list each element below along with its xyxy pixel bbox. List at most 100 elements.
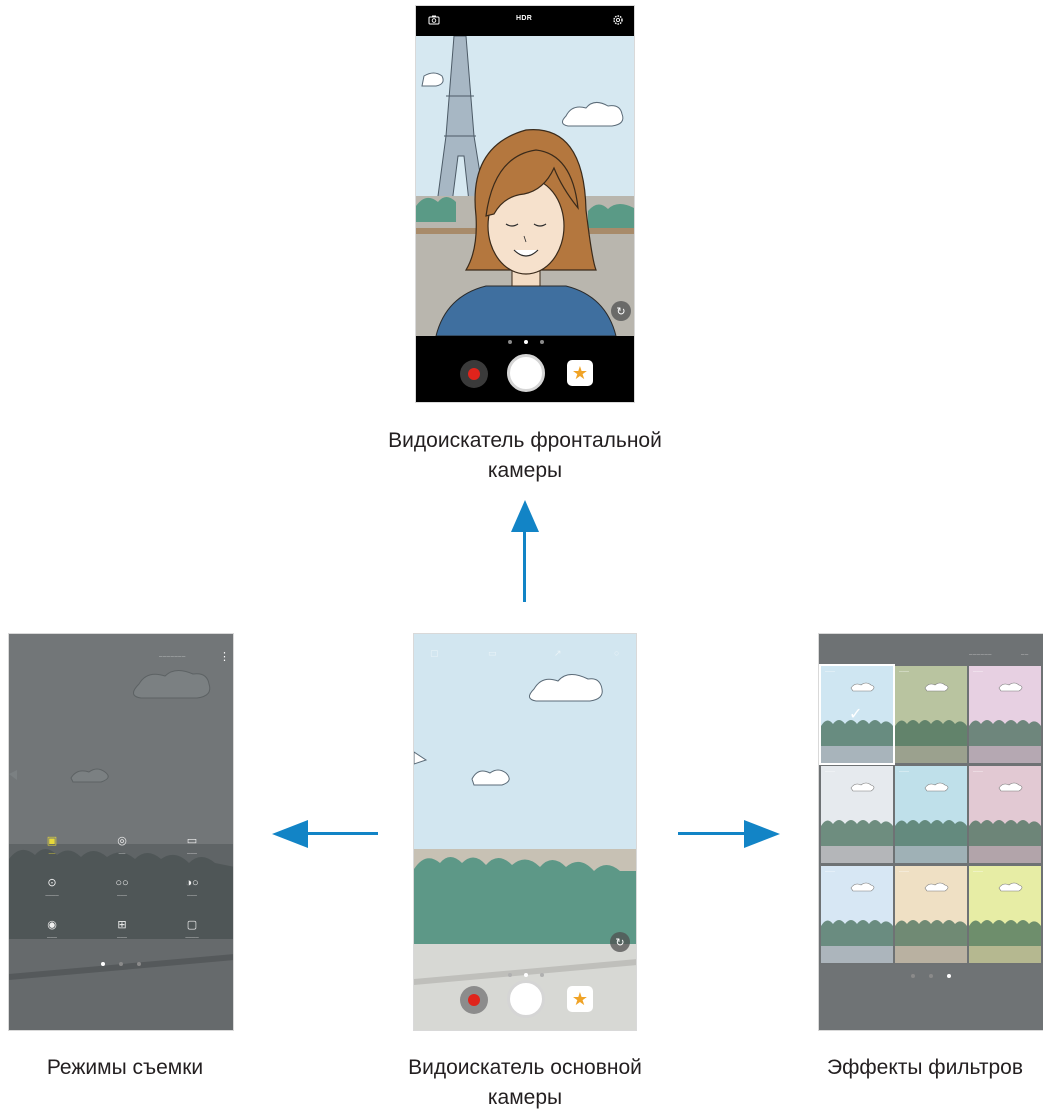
timer-icon[interactable]: ↗	[554, 648, 562, 659]
caption-main-camera: Видоискатель основной камеры	[325, 1053, 725, 1113]
filter-name: ‒‒‒	[825, 769, 836, 775]
mode-pro[interactable]: ◎ ‒‒	[87, 834, 157, 864]
star-icon: ★	[571, 362, 589, 383]
filter-tile[interactable]: ‒‒‒	[969, 666, 1041, 763]
page-dot	[540, 973, 544, 977]
modes-background	[9, 634, 233, 1030]
filter-tile[interactable]: ‒‒‒	[895, 766, 967, 863]
front-camera-top-bar: HDR	[416, 6, 634, 36]
caption-modes: Режимы съемки	[46, 1056, 204, 1079]
settings-icon[interactable]: ○	[614, 648, 620, 658]
mode-hyperlapse[interactable]: ◑○ ‒‒‒	[157, 876, 227, 906]
filter-tile[interactable]: ‒‒‒ ✓	[819, 664, 895, 765]
star-icon: ★	[571, 988, 589, 1009]
caption-front-camera: Видоискатель фронтальной камеры	[325, 426, 725, 486]
hdr-icon[interactable]: HDR	[516, 15, 532, 22]
mode-label: ‒‒‒	[46, 935, 57, 941]
download-link[interactable]: ‒‒‒‒‒‒	[969, 652, 992, 658]
rotate-icon[interactable]: ↻	[610, 932, 630, 952]
filter-tile[interactable]: ‒‒‒	[969, 766, 1041, 863]
flash-icon[interactable]: ▢	[430, 648, 439, 659]
filter-tile[interactable]: ‒‒‒	[895, 866, 967, 963]
mode-download[interactable]: ⊞ ‒‒‒	[87, 918, 157, 948]
arrow-up-line	[523, 530, 526, 602]
front-camera-bottom-bar: ★	[416, 336, 634, 402]
rotate-icon[interactable]: ↻	[611, 301, 631, 321]
mode-label: ‒‒	[118, 851, 126, 857]
mode-label: ‒‒	[48, 851, 56, 857]
mode-panorama[interactable]: ▭ ‒‒‒	[157, 834, 227, 864]
mode-selective-focus[interactable]: ⊙ ‒‒‒‒	[17, 876, 87, 906]
gallery-button[interactable]: ★	[567, 360, 593, 386]
filter-name: ‒‒‒	[973, 669, 984, 675]
arrow-up-head	[511, 500, 539, 532]
caption-filters: Эффекты фильтров	[827, 1056, 1023, 1079]
selective-focus-icon: ⊙	[47, 877, 57, 889]
download-link[interactable]: ‒‒‒‒‒‒‒	[159, 654, 186, 660]
filter-tile[interactable]: ‒‒‒	[821, 866, 893, 963]
mode-auto[interactable]: ▣ ‒‒	[17, 834, 87, 864]
video-icon: ▢	[186, 919, 198, 931]
filter-name: ‒‒‒	[973, 769, 984, 775]
more-options-icon[interactable]: ⋮	[219, 650, 230, 663]
caption-main-line1: Видоискатель основной	[408, 1056, 642, 1079]
mode-label: ‒‒‒	[116, 893, 127, 899]
filter-name: ‒‒‒	[825, 669, 836, 675]
filter-name: ‒‒‒	[973, 869, 984, 875]
shutter-button[interactable]	[507, 354, 545, 392]
hyperlapse-icon: ◑○	[185, 877, 199, 889]
main-camera-preview	[414, 634, 636, 1030]
record-button[interactable]	[460, 360, 488, 388]
hdr-icon[interactable]: ▭	[488, 648, 497, 659]
arrow-left-line	[300, 832, 378, 835]
page-dot	[911, 974, 915, 978]
page-dot	[119, 962, 123, 966]
page-dot	[929, 974, 933, 978]
panorama-icon: ▭	[186, 835, 198, 847]
mode-label: ‒‒‒	[186, 893, 197, 899]
mode-slow-motion[interactable]: ○○ ‒‒‒	[87, 876, 157, 906]
filter-tile[interactable]: ‒‒‒	[821, 766, 893, 863]
page-dot	[508, 973, 512, 977]
mode-label: ‒‒‒‒	[45, 893, 59, 899]
record-button[interactable]	[460, 986, 488, 1014]
page-dot	[137, 962, 141, 966]
page-dot	[540, 340, 544, 344]
edit-link[interactable]: ‒‒	[1021, 652, 1029, 658]
caption-front-line1: Видоискатель фронтальной	[388, 429, 662, 452]
page-dot-active	[101, 962, 105, 966]
download-icon: ⊞	[117, 919, 127, 931]
mode-label: ‒‒‒	[116, 935, 127, 941]
arrow-left-head	[272, 820, 308, 848]
mode-label: ‒‒‒‒	[185, 935, 199, 941]
food-icon: ◉	[47, 919, 57, 931]
front-camera-preview: ↻	[416, 35, 634, 337]
page-dot-active	[947, 974, 951, 978]
filter-name: ‒‒‒	[899, 869, 910, 875]
filter-tile[interactable]: ‒‒‒	[969, 866, 1041, 963]
page-dot-active	[524, 340, 528, 344]
filter-name: ‒‒‒	[899, 669, 910, 675]
filter-effects-screenshot: ‒‒‒‒‒‒ ‒‒ ‒‒‒ ✓ ‒‒‒ ‒‒‒ ‒‒‒ ‒‒‒ ‒‒‒ ‒‒‒ ‒‒‒ ‒‒‒	[818, 633, 1043, 1031]
auto-icon: ▣	[46, 835, 58, 847]
caption-main-line2: камеры	[487, 1086, 563, 1109]
main-camera-screenshot: ▢ ▭ ↗ ○ ↻ ★	[413, 633, 637, 1031]
front-camera-screenshot: HDR ↻ ★	[415, 5, 635, 403]
page-dot-active	[524, 973, 528, 977]
settings-icon[interactable]	[612, 14, 624, 29]
mode-food[interactable]: ◉ ‒‒‒	[17, 918, 87, 948]
shooting-modes-screenshot: ‒‒‒‒‒‒‒ ⋮ ▣ ‒‒ ◎ ‒‒ ▭ ‒‒‒ ⊙ ‒‒‒‒ ○○ ‒‒‒ …	[8, 633, 234, 1031]
page-dot	[508, 340, 512, 344]
filter-tile[interactable]: ‒‒‒	[895, 666, 967, 763]
pro-icon: ◎	[117, 835, 127, 847]
check-icon: ✓	[849, 706, 863, 723]
gallery-button[interactable]: ★	[567, 986, 593, 1012]
filter-name: ‒‒‒	[825, 869, 836, 875]
switch-camera-icon[interactable]	[428, 14, 440, 29]
mode-video[interactable]: ▢ ‒‒‒‒	[157, 918, 227, 948]
slow-motion-icon: ○○	[115, 877, 129, 889]
mode-label: ‒‒‒	[186, 851, 197, 857]
shutter-button[interactable]	[507, 980, 545, 1018]
filter-name: ‒‒‒	[899, 769, 910, 775]
arrow-right-head	[744, 820, 780, 848]
